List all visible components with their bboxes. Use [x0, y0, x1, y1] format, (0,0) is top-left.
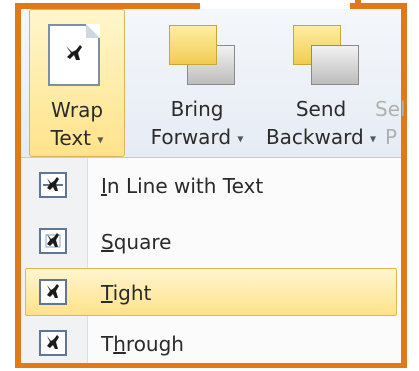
frame-edge: [355, 0, 361, 9]
menu-item-label: Through: [101, 332, 184, 356]
wrap-text-button[interactable]: Wrap Text ▾: [29, 9, 125, 157]
menu-item-in-line-with-text[interactable]: In Line with Text: [21, 162, 401, 210]
bring-forward-button[interactable]: Bring Forward ▾: [141, 9, 253, 157]
square-wrap-icon: [39, 228, 67, 254]
bring-forward-label-1: Bring: [170, 97, 224, 121]
menu-item-square[interactable]: Square: [21, 218, 401, 266]
menu-item-through[interactable]: Through: [21, 320, 401, 368]
send-backward-icon: [293, 25, 359, 85]
through-wrap-icon: [39, 330, 67, 356]
dropdown-arrow-icon: ▾: [97, 132, 104, 147]
menu-item-label: Square: [101, 230, 172, 254]
menu-item-label: Tight: [101, 281, 152, 305]
dropdown-arrow-icon: ▾: [237, 131, 244, 146]
wrap-text-menu: In Line with Text Square Tight Through: [21, 157, 401, 363]
menu-item-tight[interactable]: Tight: [25, 268, 397, 316]
menu-item-label: In Line with Text: [101, 174, 264, 198]
inline-wrap-icon: [39, 172, 67, 198]
frame-gap: [200, 0, 350, 9]
ribbon-arrange-group: Wrap Text ▾ Bring Forward ▾ Send Backwar…: [21, 9, 406, 157]
bring-forward-label-2: Forward ▾: [150, 125, 244, 149]
wrap-text-label-2: Text ▾: [50, 126, 104, 150]
bring-forward-icon: [169, 25, 235, 85]
wrap-text-label-1: Wrap: [50, 98, 104, 122]
send-backward-label-1: Send: [295, 97, 347, 121]
selection-pane-label-2: P: [385, 125, 398, 149]
wrap-text-icon: [48, 24, 100, 86]
tight-wrap-icon: [39, 279, 67, 305]
selection-pane-label-1: Sel: [375, 97, 406, 121]
selection-pane-button[interactable]: Sel P: [375, 9, 415, 157]
send-backward-button[interactable]: Send Backward ▾: [257, 9, 385, 157]
send-backward-label-2: Backward ▾: [265, 125, 377, 149]
